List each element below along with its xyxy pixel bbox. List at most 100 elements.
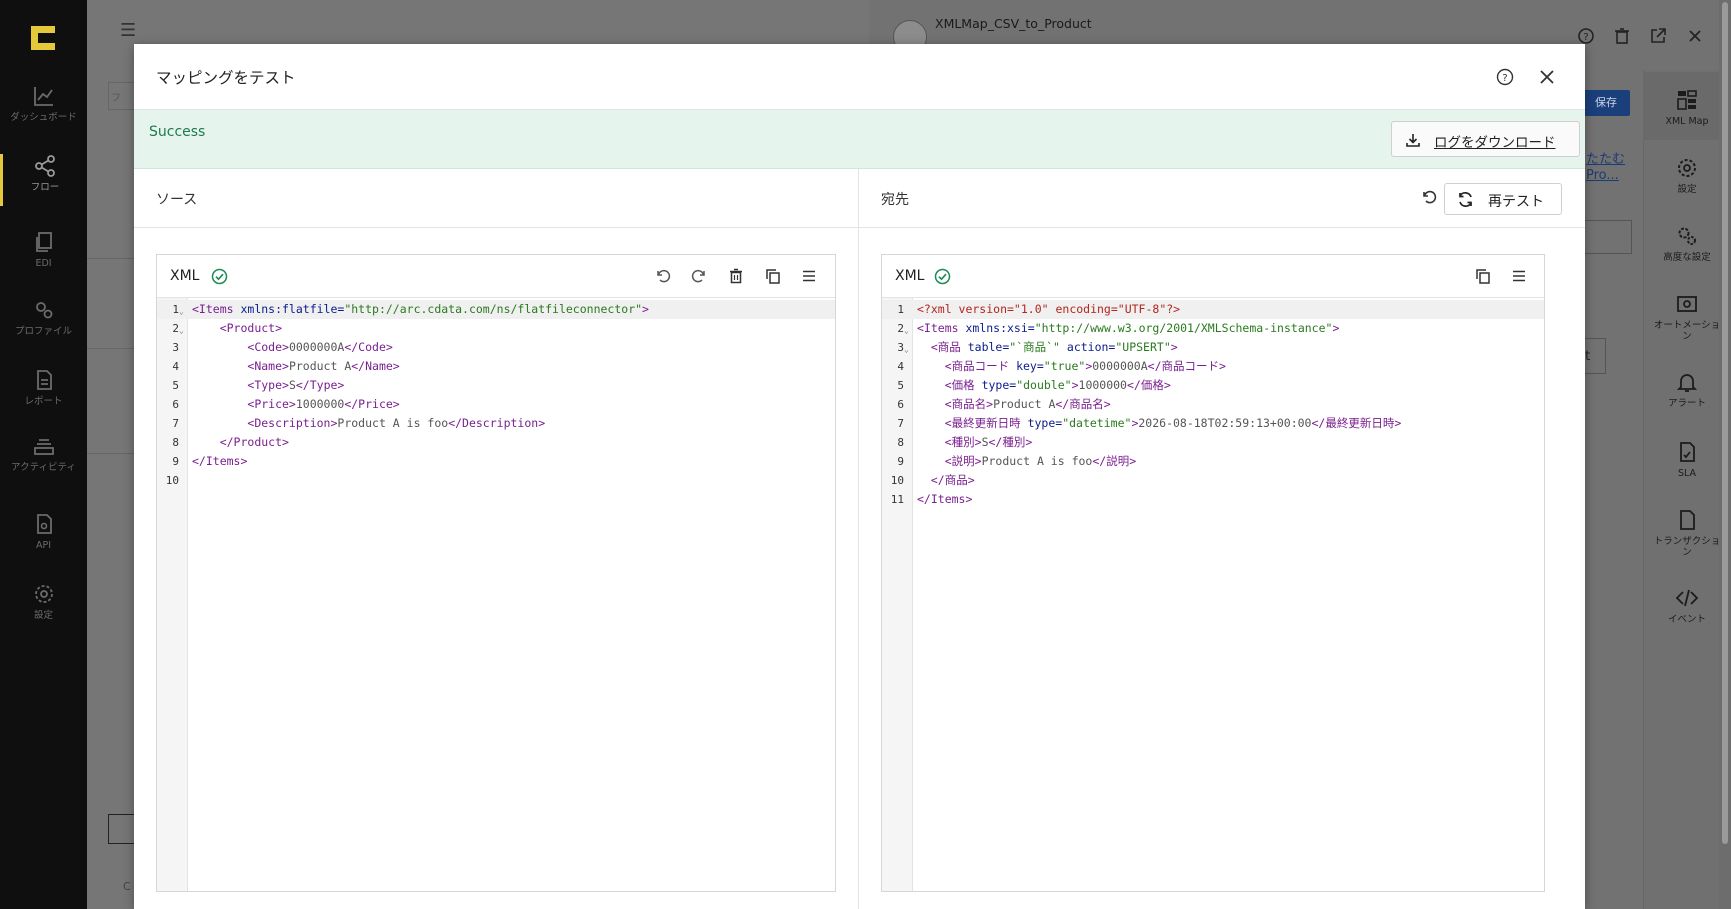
code-token: table= [967,340,1010,354]
code-line[interactable]: 9 </Items> [157,452,835,471]
rail-label: アラート [1667,398,1706,409]
code-line[interactable]: 3 ⌄ <商品 table="`商品`" action="UPSERT"> [882,338,1544,357]
cdata-logo-icon[interactable] [29,24,57,52]
close-icon[interactable] [1538,68,1556,86]
help-icon[interactable]: ? [1496,68,1514,86]
code-token: "true" [1043,359,1086,373]
rail-item-sla[interactable]: SLA [1643,440,1731,479]
collapse-link[interactable]: たたむ [1586,148,1625,167]
nav-item-settings[interactable]: 設定 [0,582,87,648]
code-line[interactable]: 4 <Name>Product A</Name> [157,357,835,376]
destination-code-area[interactable]: 1 <?xml version="1.0" encoding="UTF-8"?> 2… [882,298,1544,891]
rail-item-settings[interactable]: 設定 [1643,156,1731,195]
code-token: <価格 [944,378,982,392]
nav-item-flow[interactable]: フロー [0,154,87,206]
line-number: 6 [172,398,179,411]
code-line[interactable]: 3 <Code>0000000A</Code> [157,338,835,357]
nav-label: プロファイル [14,326,72,337]
rail-item-automation[interactable]: オートメーション [1643,292,1731,342]
help-icon[interactable]: ? [1576,26,1596,46]
code-line[interactable]: 10 </商品> [882,471,1544,490]
undo-icon[interactable] [654,267,672,285]
code-line[interactable]: 11 </Items> [882,490,1544,509]
code-line[interactable]: 1 <?xml version="1.0" encoding="UTF-8"?> [882,300,1544,319]
destination-editor-toolbar: XML [882,255,1544,298]
product-link[interactable]: Pro... [1586,168,1619,183]
rail-item-transaction[interactable]: トランザクション [1643,508,1731,558]
line-number: 1 [897,303,904,316]
code-line[interactable]: 5 <価格 type="double">1000000</価格> [882,376,1544,395]
rail-item-xml-map[interactable]: XML Map [1643,88,1731,127]
line-number: 7 [897,417,904,430]
copy-icon[interactable] [1474,267,1492,285]
code-line[interactable]: 4 <商品コード key="true">0000000A</商品コード> [882,357,1544,376]
source-code-area[interactable]: 1 ⌄ <Items xmlns:flatfile="http://arc.cdat… [157,298,835,891]
nav-item-edi[interactable]: EDI [0,230,87,296]
nav-item-profile[interactable]: プロファイル [0,298,87,364]
redo-icon[interactable] [690,267,708,285]
code-line[interactable]: 8 </Product> [157,433,835,452]
copy-icon[interactable] [764,267,782,285]
retest-button[interactable]: 再テスト [1444,183,1562,215]
code-line[interactable]: 1 ⌄ <Items xmlns:flatfile="http://arc.cdat… [157,300,835,319]
nav-item-activity[interactable]: アクティビティ [0,434,87,500]
code-token: <Items [917,321,966,335]
rail-item-event[interactable]: イベント [1643,586,1731,625]
rail-item-advanced-settings[interactable]: 高度な設定 [1643,224,1731,263]
code-token: "http://arc.cdata.com/ns/flatfileconnect… [344,302,643,316]
code-text: <商品 table="`商品`" action="UPSERT"> [917,338,1178,357]
trash-icon[interactable] [727,267,745,285]
code-token: <Product> [219,321,283,335]
save-button[interactable]: 保存 [1582,90,1630,116]
code-line[interactable]: 7 <最終更新日時 type="datetime">2026-08-18T02:… [882,414,1544,433]
reset-icon[interactable] [1420,188,1438,206]
code-token: "UPSERT" [1115,340,1171,354]
code-token: xmlns:xsi= [965,321,1035,335]
line-number: 4 [897,360,904,373]
line-number: 4 [172,360,179,373]
line-number: 7 [172,417,179,430]
code-token: 1000000 [295,397,345,411]
menu-icon[interactable] [800,267,818,285]
code-line[interactable]: 10 [157,471,835,490]
close-panel-icon[interactable] [1685,26,1705,46]
source-xml-editor[interactable]: XML 1 ⌄ <Items xmlns:flatfile="http://arc.… [156,254,836,892]
trash-icon[interactable] [1612,26,1632,46]
code-line[interactable]: 6 <Price>1000000</Price> [157,395,835,414]
external-link-icon[interactable] [1648,26,1668,46]
destination-label: 宛先 [881,192,909,208]
source-editor-title: XML [170,268,200,284]
nav-item-api[interactable]: API [0,512,87,578]
code-line[interactable]: 6 <商品名>Product A</商品名> [882,395,1544,414]
code-token: <Description> [247,416,338,430]
line-number: 8 [172,436,179,449]
download-icon [1406,134,1420,147]
background-search-icon[interactable] [108,814,136,844]
code-token: "double" [1016,378,1072,392]
code-line[interactable]: 8 <種別>S</種別> [882,433,1544,452]
nav-item-dashboard[interactable]: ダッシュボード [0,84,87,150]
code-line[interactable]: 2 ⌄ <Product> [157,319,835,338]
download-log-label: ログをダウンロード [1434,135,1556,151]
code-line[interactable]: 2 ⌄ <Items xmlns:xsi="http://www.w3.org/20… [882,319,1544,338]
nav-label: 設定 [33,610,53,621]
code-line[interactable]: 5 <Type>S</Type> [157,376,835,395]
rail-item-alert[interactable]: アラート [1643,370,1731,409]
code-line[interactable]: 7 <Description>Product A is foo</Descrip… [157,414,835,433]
menu-icon[interactable] [1510,267,1528,285]
code-token: type= [1027,416,1063,430]
destination-xml-editor[interactable]: XML 1 <?xml version="1.0" encoding="UTF-8… [881,254,1545,892]
dialog-title: マッピングをテスト [156,69,296,87]
line-number: 5 [897,379,904,392]
code-line[interactable]: 9 <説明>Product A is foo</説明> [882,452,1544,471]
success-banner: Success ログをダウンロード [134,110,1585,169]
page-scrollbar-thumb[interactable] [1722,2,1728,844]
menu-icon[interactable]: ☰ [120,20,136,41]
download-log-button[interactable]: ログをダウンロード [1391,121,1580,157]
nav-item-report[interactable]: レポート [0,368,87,434]
code-token: Product A is foo [337,416,449,430]
dialog-header: マッピングをテスト ? [134,44,1585,110]
code-token: > [1332,321,1340,335]
